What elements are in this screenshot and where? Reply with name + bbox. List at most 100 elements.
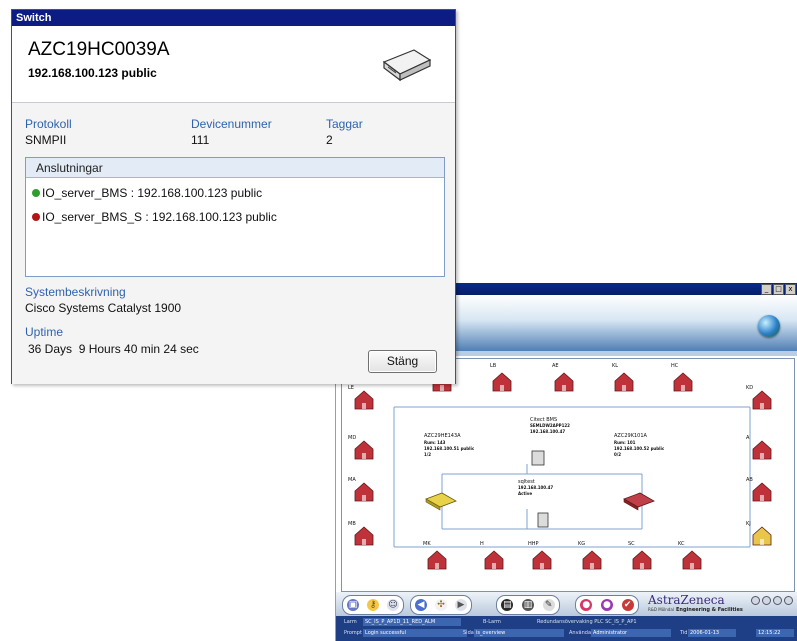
building-label: LB xyxy=(490,363,497,369)
back-icon[interactable]: ◀ xyxy=(415,599,427,611)
page-field: is_overview xyxy=(474,629,564,637)
home-icon[interactable]: ✣ xyxy=(435,599,447,611)
building-door-icon xyxy=(362,495,366,501)
building-label: SC xyxy=(628,541,635,547)
mini-button-4[interactable] xyxy=(784,596,793,605)
building-label: A xyxy=(746,435,750,441)
close-button[interactable]: Stäng xyxy=(368,350,437,373)
dialog-header: AZC19HC0039A 192.168.100.123 public xyxy=(12,26,455,102)
lock-icon[interactable]: ▣ xyxy=(347,599,359,611)
uptime-label: Uptime xyxy=(25,325,64,339)
building-door-icon xyxy=(435,563,439,569)
user-icon[interactable]: ☺ xyxy=(387,599,399,611)
device-number-label: Devicenummer xyxy=(191,117,272,131)
event-icon[interactable]: ● xyxy=(600,599,613,611)
uptime-value: 36 Days 9 Hours 40 min 24 sec xyxy=(28,342,199,356)
server-node-address: 192.168.100.47 xyxy=(518,485,553,490)
minimize-button[interactable]: _ xyxy=(761,284,772,295)
astrazeneca-logo: AstraZeneca R&D Mölndal Engineering & Fa… xyxy=(648,593,748,615)
maximize-button[interactable]: □ xyxy=(773,284,784,295)
switch-dialog: Switch AZC19HC0039A 192.168.100.123 publ… xyxy=(11,9,456,384)
mini-button-1[interactable] xyxy=(751,596,760,605)
dialog-title-bar[interactable]: Switch xyxy=(12,10,455,26)
building-label: LE xyxy=(348,385,354,391)
building-door-icon xyxy=(562,385,566,391)
building-label: KL xyxy=(612,363,618,369)
alarm-description: Redundansövervaking PLC SC_IS_P_AP1 xyxy=(537,619,637,625)
toolbar-group-2: ◀ ✣ ▶ xyxy=(410,595,472,615)
building-door-icon xyxy=(500,385,504,391)
connections-panel: Anslutningar IO_server_BMS : 192.168.100… xyxy=(25,157,445,277)
switch-node-name: AZC29K101A xyxy=(614,433,648,439)
device-name: AZC19HC0039A xyxy=(28,39,170,60)
building-label: KC xyxy=(678,541,685,547)
connection-item[interactable]: IO_server_BMS_S : 192.168.100.123 public xyxy=(32,210,277,224)
mini-button-2[interactable] xyxy=(762,596,771,605)
status-ok-icon xyxy=(32,189,40,197)
system-description-label: Systembeskrivning xyxy=(25,285,126,299)
connections-header: Anslutningar xyxy=(26,158,444,178)
page-icon[interactable]: ▥ xyxy=(521,599,534,611)
building-label: MD xyxy=(348,435,356,441)
building-label: HC xyxy=(671,363,679,369)
connection-item[interactable]: IO_server_BMS : 192.168.100.123 public xyxy=(32,186,262,200)
key-icon[interactable]: ⚷ xyxy=(367,599,379,611)
building-door-icon xyxy=(760,539,764,545)
building-door-icon xyxy=(362,403,366,409)
toolbar-group-1: ▣ ⚷ ☺ xyxy=(342,595,404,615)
building-door-icon xyxy=(760,495,764,501)
close-window-button[interactable]: x xyxy=(785,284,796,295)
building-door-icon xyxy=(690,563,694,569)
server-node-status: Active xyxy=(518,491,532,496)
building-label: KJ xyxy=(746,521,751,527)
building-label: MK xyxy=(423,541,431,547)
building-label: HHP xyxy=(528,541,539,547)
connection-text: IO_server_BMS : 192.168.100.123 public xyxy=(42,186,263,200)
switch-node-ratio: 1/2 xyxy=(424,452,431,457)
network-overview-canvas: KTLBAEKLHCLEKDMDAMAABMBKJMKHHHPKGSCKCAZC… xyxy=(341,358,795,592)
user-field: Administrator xyxy=(591,629,671,637)
brand-department: Engineering & Facilities xyxy=(676,607,743,613)
tags-label: Taggar xyxy=(326,117,363,131)
time-field: 12:15:22 xyxy=(756,629,794,637)
building-door-icon xyxy=(540,563,544,569)
prompt-field: Login successful xyxy=(363,629,467,637)
building-label: MB xyxy=(348,521,356,527)
tags-value: 2 xyxy=(326,133,333,147)
prompt-label: Prompt xyxy=(344,630,362,636)
bg-toolbar: ▣ ⚷ ☺ ◀ ✣ ▶ ▤ ▥ ✎ ● ● ✔ AstraZeneca R&D … xyxy=(336,592,797,616)
acknowledge-icon[interactable]: ✔ xyxy=(621,599,634,611)
server-node-host: SEMLDW2APP122 xyxy=(530,423,570,428)
date-field: 2006-01-13 xyxy=(688,629,736,637)
device-number-value: 111 xyxy=(191,133,210,147)
alarm-tag-field: SC_IS_P_AP1D_11_RED_ALM xyxy=(363,618,461,626)
building-door-icon xyxy=(440,385,444,391)
window-mini-buttons xyxy=(751,596,793,605)
server-icon xyxy=(531,450,545,466)
building-door-icon xyxy=(492,563,496,569)
mini-button-3[interactable] xyxy=(773,596,782,605)
network-switch-icon xyxy=(382,49,432,82)
forward-icon[interactable]: ▶ xyxy=(455,599,467,611)
status-error-icon xyxy=(32,213,40,221)
building-label: AB xyxy=(746,477,753,483)
building-door-icon xyxy=(681,385,685,391)
device-address: 192.168.100.123 public xyxy=(28,66,157,80)
building-label: H xyxy=(480,541,484,547)
building-label: KG xyxy=(578,541,585,547)
alarm-icon[interactable]: ● xyxy=(580,599,593,611)
building-door-icon xyxy=(362,539,366,545)
switch-node-name: AZC29HE143A xyxy=(424,433,461,439)
switch-node-address: 192.168.100.51 public xyxy=(424,446,475,451)
bg-window-controls: _ □ x xyxy=(761,284,796,295)
alarm-type: B-Larm xyxy=(483,619,501,625)
building-door-icon xyxy=(760,403,764,409)
print-icon[interactable]: ▤ xyxy=(501,599,514,611)
switch-node-address: 192.168.100.52 public xyxy=(614,446,665,451)
protocol-label: Protokoll xyxy=(25,117,72,131)
tools-icon[interactable]: ✎ xyxy=(542,599,555,611)
status-bar: Larm SC_IS_P_AP1D_11_RED_ALM B-Larm Redu… xyxy=(336,616,797,641)
globe-icon[interactable] xyxy=(758,315,780,337)
server-icon xyxy=(537,512,549,528)
protocol-value: SNMPII xyxy=(25,133,67,147)
